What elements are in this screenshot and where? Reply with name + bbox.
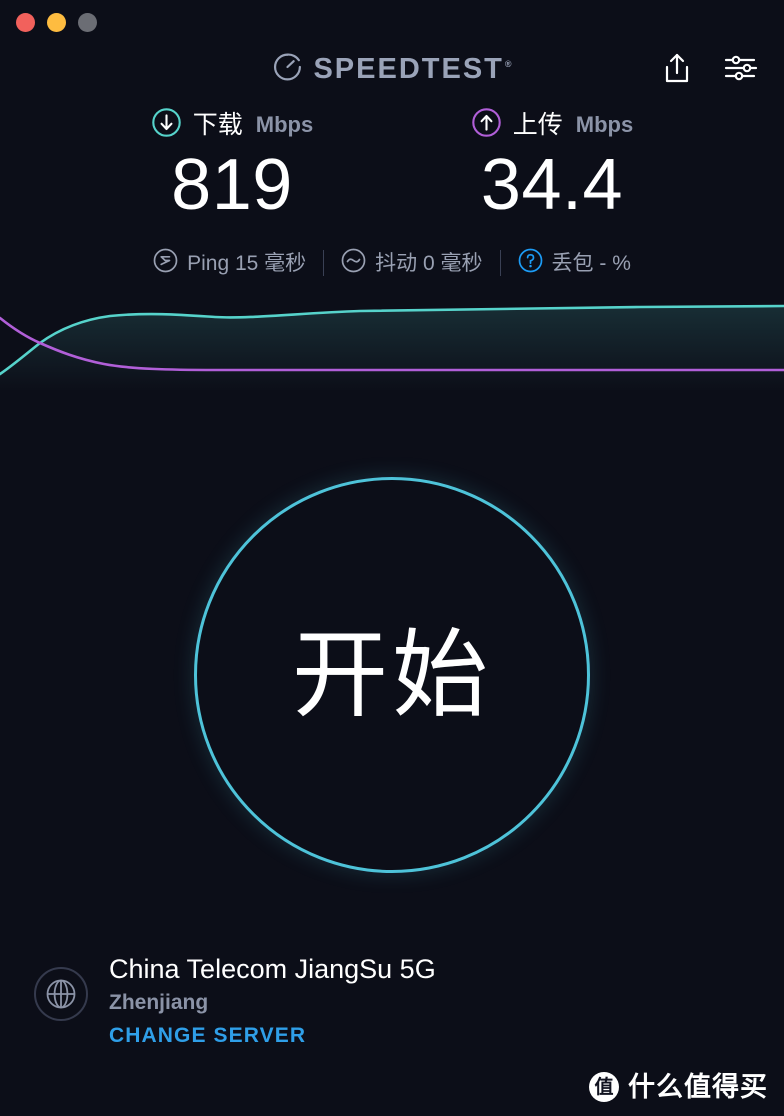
speed-history-graph	[0, 296, 784, 392]
brand-label: SPEEDTEST	[313, 53, 504, 85]
graph-svg	[0, 304, 784, 392]
traffic-lights	[16, 12, 97, 32]
smzdm-watermark-text: 什么值得买	[628, 1071, 768, 1103]
share-upload-icon	[662, 51, 692, 88]
upload-label: 上传	[512, 110, 563, 139]
start-test-button[interactable]: 开始	[194, 477, 590, 873]
metric-jitter: 抖动 0 毫秒	[324, 248, 499, 278]
metric-ping-text: Ping 15 毫秒	[187, 251, 307, 275]
server-name: China Telecom JiangSu 5G	[109, 954, 436, 984]
arrow-down-circle-icon	[151, 107, 182, 143]
download-area-fill	[0, 306, 784, 392]
go-button-wrapper: 开始	[194, 477, 590, 873]
jitter-wave-icon	[341, 248, 366, 278]
globe-icon	[33, 966, 89, 1027]
speedtest-logo: SPEEDTEST®	[272, 52, 512, 87]
speed-results: 下载 Mbps 819 上传 Mbps 34.4	[0, 108, 784, 224]
upload-value: 34.4	[480, 145, 624, 225]
download-result: 下载 Mbps 819	[127, 108, 337, 224]
connection-metrics: Ping 15 毫秒 抖动 0 毫秒 丢包 - %	[0, 248, 784, 278]
metric-packet-loss[interactable]: 丢包 - %	[501, 248, 648, 278]
smzdm-watermark: 值 什么值得买	[589, 1072, 768, 1102]
close-window-button[interactable]	[16, 12, 35, 32]
speed-gauge-icon	[272, 52, 302, 87]
metric-packet-loss-text: 丢包 - %	[551, 251, 631, 275]
download-unit: Mbps	[255, 112, 314, 137]
upload-header: 上传 Mbps	[471, 108, 633, 142]
brand-name: SPEEDTEST®	[313, 55, 511, 84]
change-server-button[interactable]: CHANGE SERVER	[109, 1021, 436, 1050]
smzdm-logo-icon: 值	[589, 1072, 619, 1102]
server-city: Zhenjiang	[109, 991, 209, 1015]
metric-jitter-text: 抖动 0 毫秒	[375, 251, 483, 275]
arrow-up-circle-icon	[471, 107, 502, 143]
minimize-window-button[interactable]	[47, 12, 66, 32]
upload-unit: Mbps	[575, 112, 634, 137]
app-header: SPEEDTEST®	[0, 44, 784, 100]
trademark-mark: ®	[504, 59, 512, 70]
maximize-window-button[interactable]	[78, 12, 97, 32]
server-info: China Telecom JiangSu 5G Zhenjiang CHANG…	[33, 952, 436, 1051]
help-question-icon[interactable]	[518, 248, 543, 278]
server-text-lines: China Telecom JiangSu 5G Zhenjiang CHANG…	[109, 952, 436, 1051]
settings-button[interactable]	[724, 53, 758, 86]
download-header: 下载 Mbps	[151, 108, 313, 142]
metric-ping: Ping 15 毫秒	[136, 248, 323, 278]
download-label: 下载	[192, 110, 243, 139]
header-actions	[662, 51, 758, 88]
settings-sliders-icon	[724, 53, 758, 86]
share-button[interactable]	[662, 51, 692, 88]
download-value: 819	[171, 145, 293, 225]
ping-latency-icon	[153, 248, 178, 278]
start-test-label: 开始	[292, 619, 492, 731]
window-titlebar	[0, 0, 784, 44]
result-row: 下载 Mbps 819 上传 Mbps 34.4	[0, 108, 784, 224]
upload-result: 上传 Mbps 34.4	[447, 108, 657, 224]
